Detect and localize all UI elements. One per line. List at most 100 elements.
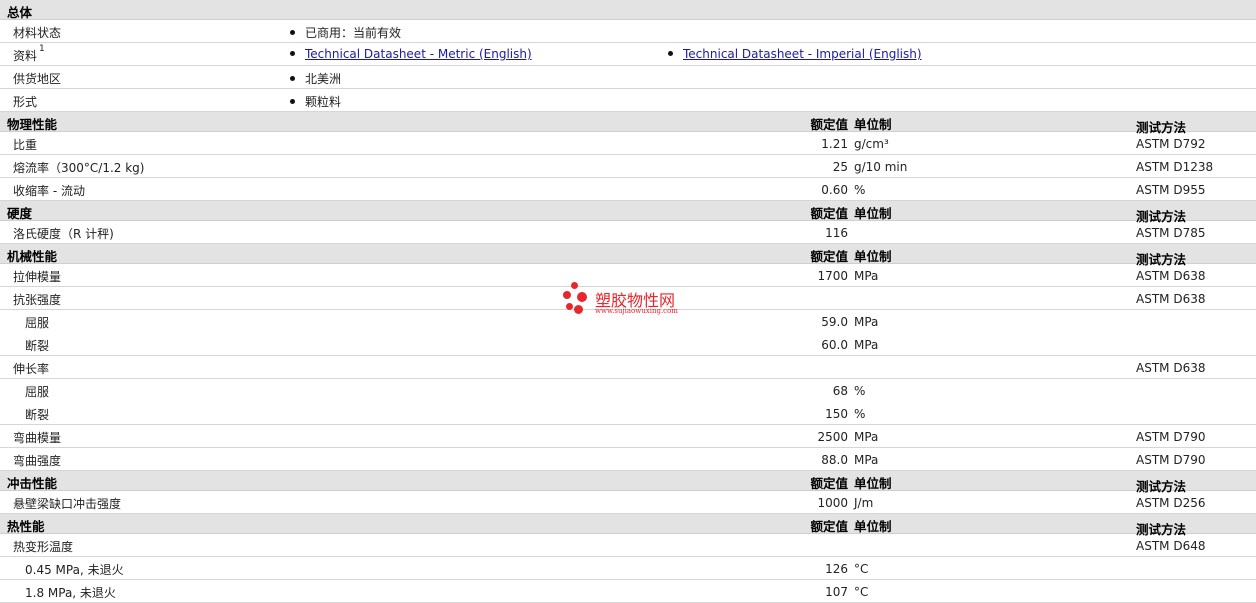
header-value: 额定值	[810, 476, 848, 491]
property-row: 热变形温度 ASTM D648	[0, 534, 1256, 557]
property-row: 1.8 MPa, 未退火 107 °C	[0, 580, 1256, 603]
property-row: 洛氏硬度（R 计秤) 116 ASTM D785	[0, 221, 1256, 244]
property-value: 1.21	[821, 137, 848, 151]
bullet-item: 北美洲	[290, 70, 341, 87]
property-test: ASTM D638	[1136, 361, 1206, 375]
imperial-datasheet-link[interactable]: Technical Datasheet - Imperial (English)	[683, 47, 922, 61]
section-title: 物理性能	[7, 117, 58, 132]
property-value: 0.60	[821, 183, 848, 197]
property-label: 屈服	[25, 316, 50, 330]
row-material-status: 材料状态 已商用：当前有效	[0, 20, 1256, 43]
property-row: 熔流率（300°C/1.2 kg) 25 g/10 min ASTM D1238	[0, 155, 1256, 178]
header-unit: 单位制	[854, 519, 892, 534]
property-unit: J/m	[854, 496, 874, 510]
property-unit: g/10 min	[854, 160, 908, 174]
property-label: 熔流率（300°C/1.2 kg)	[13, 161, 145, 175]
section-hardness: 硬度 额定值 单位制 测试方法	[0, 201, 1256, 224]
row-form: 形式 颗粒料	[0, 89, 1256, 112]
header-unit: 单位制	[854, 117, 892, 132]
bullet-icon	[290, 51, 295, 56]
property-test: ASTM D256	[1136, 496, 1206, 510]
row-label: 供货地区	[13, 72, 62, 86]
property-value: 1700	[817, 269, 848, 283]
property-value: 1000	[817, 496, 848, 510]
section-impact: 冲击性能 额定值 单位制 测试方法	[0, 471, 1256, 494]
watermark-url: www.sujiaowuxing.com	[595, 307, 678, 315]
property-unit: %	[854, 384, 866, 398]
bullet-item: 颗粒料	[290, 93, 341, 110]
property-row: 断裂 60.0 MPa	[0, 333, 1256, 356]
property-label: 0.45 MPa, 未退火	[25, 563, 124, 577]
bullet-item: 已商用：当前有效	[290, 24, 401, 41]
property-test: ASTM D638	[1136, 269, 1206, 283]
property-value: 107	[825, 585, 848, 599]
property-row: 弯曲模量 2500 MPa ASTM D790	[0, 425, 1256, 448]
watermark-dot	[571, 282, 578, 289]
property-label: 断裂	[25, 339, 50, 353]
property-test: ASTM D790	[1136, 430, 1206, 444]
property-label: 1.8 MPa, 未退火	[25, 586, 116, 600]
property-test: ASTM D955	[1136, 183, 1206, 197]
property-test: ASTM D1238	[1136, 160, 1214, 174]
property-unit: °C	[854, 585, 869, 599]
section-mechanical: 机械性能 额定值 单位制 测试方法	[0, 244, 1256, 267]
row-label: 形式	[13, 95, 38, 109]
row-region: 供货地区 北美洲	[0, 66, 1256, 89]
property-value: 25	[832, 160, 848, 174]
row-resources: 资料 1 Technical Datasheet - Metric (Englis…	[0, 43, 1256, 66]
property-unit: g/cm³	[854, 137, 889, 151]
footnote-marker: 1	[39, 44, 45, 54]
metric-datasheet-link[interactable]: Technical Datasheet - Metric (English)	[305, 47, 532, 61]
property-label: 伸长率	[13, 362, 50, 376]
property-value: 60.0	[821, 338, 848, 352]
bullet-icon	[290, 30, 295, 35]
property-value: 116	[825, 226, 848, 240]
property-row: 悬壁梁缺口冲击强度 1000 J/m ASTM D256	[0, 491, 1256, 514]
header-unit: 单位制	[854, 206, 892, 221]
bullet-text: 已商用：当前有效	[305, 26, 402, 40]
property-row: 比重 1.21 g/cm³ ASTM D792	[0, 132, 1256, 155]
section-title: 机械性能	[7, 249, 58, 264]
property-row: 0.45 MPa, 未退火 126 °C	[0, 557, 1256, 580]
watermark: 塑胶物性网 www.sujiaowuxing.com	[563, 282, 703, 318]
section-thermal: 热性能 额定值 单位制 测试方法	[0, 514, 1256, 537]
section-title: 热性能	[7, 519, 45, 534]
property-label: 悬壁梁缺口冲击强度	[13, 497, 122, 511]
header-unit: 单位制	[854, 249, 892, 264]
bullet-icon	[290, 99, 295, 104]
section-general: 总体	[0, 0, 1256, 20]
header-unit: 单位制	[854, 476, 892, 491]
watermark-dot	[577, 292, 587, 302]
property-row: 弯曲强度 88.0 MPa ASTM D790	[0, 448, 1256, 471]
property-value: 126	[825, 562, 848, 576]
property-label: 比重	[13, 138, 38, 152]
property-label: 热变形温度	[13, 540, 74, 554]
watermark-dot	[563, 291, 571, 299]
watermark-dot	[574, 305, 583, 314]
property-label: 收缩率 - 流动	[13, 184, 85, 198]
property-label: 洛氏硬度（R 计秤)	[13, 227, 114, 241]
property-row: 伸长率 ASTM D638	[0, 356, 1256, 379]
section-title: 冲击性能	[7, 476, 58, 491]
property-label: 弯曲强度	[13, 454, 62, 468]
header-value: 额定值	[810, 206, 848, 221]
watermark-dot	[566, 303, 573, 310]
property-unit: MPa	[854, 315, 879, 329]
property-test: ASTM D648	[1136, 539, 1206, 553]
property-value: 68	[832, 384, 848, 398]
bullet-item: Technical Datasheet - Imperial (English)	[668, 47, 922, 61]
property-test: ASTM D792	[1136, 137, 1206, 151]
property-unit: MPa	[854, 338, 879, 352]
bullet-text: 颗粒料	[305, 95, 342, 109]
property-test: ASTM D638	[1136, 292, 1206, 306]
property-unit: %	[854, 183, 866, 197]
row-label: 材料状态	[13, 26, 62, 40]
property-value: 59.0	[821, 315, 848, 329]
resources-label: 资料	[13, 49, 38, 63]
property-value: 88.0	[821, 453, 848, 467]
property-test: ASTM D790	[1136, 453, 1206, 467]
property-row: 收缩率 - 流动 0.60 % ASTM D955	[0, 178, 1256, 201]
section-physical: 物理性能 额定值 单位制 测试方法	[0, 112, 1256, 135]
property-unit: MPa	[854, 453, 879, 467]
header-value: 额定值	[810, 519, 848, 534]
